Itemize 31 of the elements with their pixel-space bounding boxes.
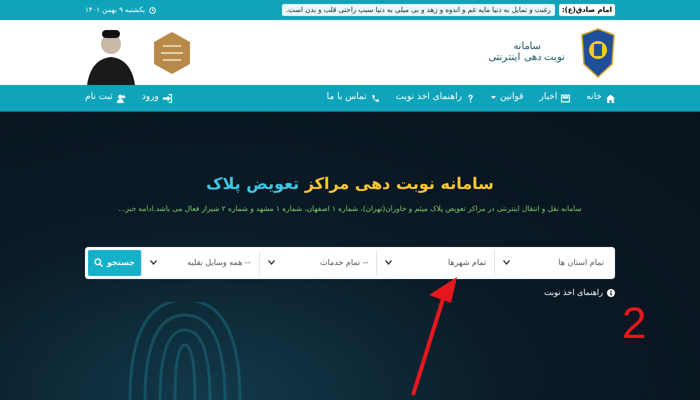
account-link[interactable]: ورود (142, 91, 172, 105)
chevron-down-icon (268, 260, 275, 266)
search-button[interactable]: جستجو (88, 250, 141, 276)
clock-icon (149, 6, 156, 14)
chevron-down-icon (503, 260, 510, 266)
phone-icon (370, 94, 380, 102)
hexagon-emblem-icon (153, 31, 191, 75)
account-link[interactable]: ثبت نام (85, 91, 126, 105)
select-field[interactable]: -- تمام خدمات (258, 250, 376, 276)
hero-title: سامانه نوبت دهی مراکز تعویض پلاک (205, 173, 495, 195)
guide-link[interactable]: راهنمای اخذ نوبت (544, 286, 603, 299)
chevron-down-icon (385, 260, 392, 266)
nav-link[interactable]: خانه (586, 91, 615, 105)
police-emblem-icon (581, 28, 615, 78)
nav-link[interactable]: تماس با ما (326, 91, 380, 105)
home-icon (606, 94, 615, 102)
chevron-down-icon (150, 260, 157, 266)
nav-link[interactable]: قوانین (490, 91, 524, 105)
nav-link[interactable]: راهنمای اخذ نوبت (396, 91, 475, 105)
user-plus-icon (116, 94, 126, 102)
logo-text: نوبت دهی اینترنتی (488, 52, 565, 64)
question-icon (466, 94, 475, 102)
nav-link[interactable]: اخبار (539, 91, 570, 105)
newspaper-icon (561, 94, 570, 102)
login-icon (162, 94, 172, 102)
logo-text: سامانه (512, 42, 542, 52)
annotation-label: 2 (622, 302, 646, 346)
search-icon (94, 258, 103, 268)
caret-icon (490, 96, 496, 100)
info-icon (607, 288, 615, 297)
person-silhouette-icon (85, 27, 137, 85)
